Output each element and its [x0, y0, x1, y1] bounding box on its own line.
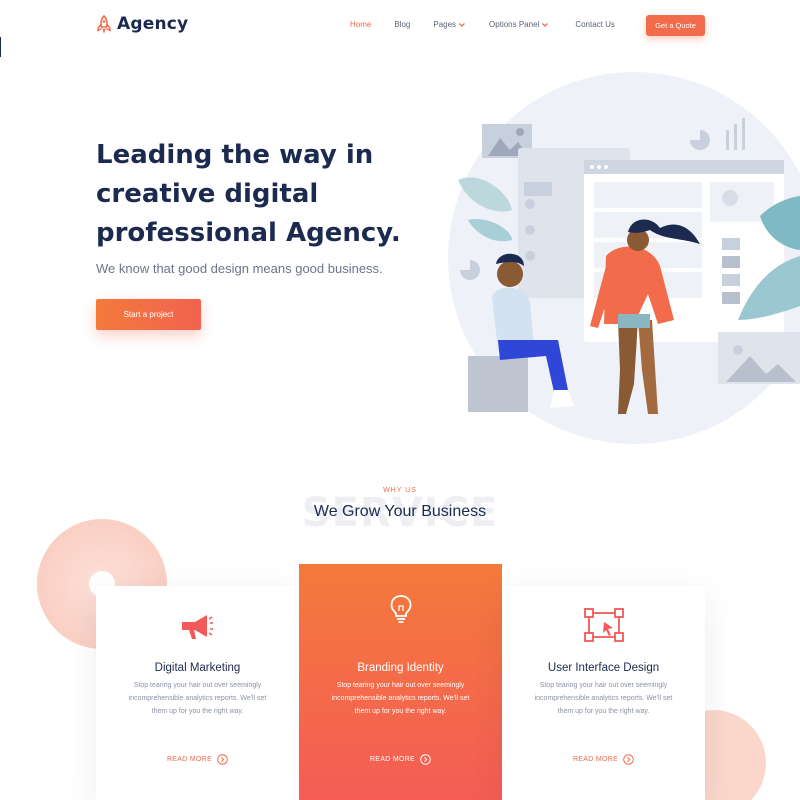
section-title: We Grow Your Business — [313, 503, 487, 520]
nav-item-home[interactable]: Home — [350, 20, 371, 29]
nav-item-blog[interactable]: Blog — [394, 20, 410, 29]
nav-item-contact-us[interactable]: Contact Us — [575, 20, 615, 29]
nav-item-label: Options Panel — [489, 20, 540, 29]
arrow-right-circle-icon — [420, 754, 431, 765]
card-description: Stop tearing your hair out over seemingl… — [128, 682, 267, 715]
service-card-digital-marketing: Digital Marketing Stop tearing your hair… — [96, 586, 299, 800]
read-more-link[interactable]: READ MORE — [299, 754, 502, 765]
card-icon-wrap — [299, 594, 502, 624]
rocket-icon — [97, 15, 111, 33]
card-description: Stop tearing your hair out over seemingl… — [331, 682, 470, 715]
hero-illustration — [448, 72, 800, 444]
brand-logo[interactable]: Agency — [96, 14, 188, 34]
card-description: Stop tearing your hair out over seemingl… — [534, 682, 673, 715]
hero-subtitle: We know that good design means good busi… — [96, 261, 383, 276]
service-card-branding-identity: Branding Identity Stop tearing your hair… — [299, 564, 502, 800]
card-icon-wrap — [96, 612, 299, 642]
chevron-down-icon — [459, 22, 466, 27]
arrow-right-circle-icon — [623, 754, 634, 765]
card-title: Branding Identity — [357, 662, 444, 674]
hero-title-line: professional Agency. — [96, 218, 401, 248]
hero-title-line: Leading the way in — [96, 140, 374, 170]
read-more-link[interactable]: READ MORE — [96, 754, 299, 765]
nav-item-label: Pages — [433, 20, 457, 29]
hero-title: Leading the way in creative digital prof… — [96, 136, 426, 253]
megaphone-icon — [181, 615, 213, 639]
read-more-link[interactable]: READ MORE — [502, 754, 705, 765]
read-more-label: READ MORE — [369, 756, 416, 763]
card-title: Digital Marketing — [154, 662, 241, 674]
read-more-label: READ MORE — [166, 756, 213, 763]
vector-selection-icon — [583, 608, 624, 642]
navbar: Agency Home Blog Pages Options Panel Con… — [0, 0, 800, 50]
chevron-down-icon — [542, 22, 549, 27]
nav-item-options-panel[interactable]: Options Panel — [489, 20, 549, 29]
main-menu: Home Blog Pages Options Panel Contact Us — [350, 20, 615, 29]
edge-marker — [0, 37, 1, 57]
nav-item-label: Blog — [394, 20, 411, 29]
arrow-right-circle-icon — [217, 754, 228, 765]
lightbulb-icon — [390, 595, 411, 623]
nav-item-label: Contact Us — [575, 20, 615, 29]
service-card-user-interface-design: User Interface Design Stop tearing your … — [502, 586, 705, 800]
start-project-button[interactable]: Start a project — [96, 299, 201, 330]
nav-item-pages[interactable]: Pages — [433, 20, 466, 29]
nav-item-label: Home — [350, 20, 372, 29]
read-more-label: READ MORE — [572, 756, 619, 763]
card-icon-wrap — [502, 608, 705, 642]
hero-title-line: creative digital — [96, 179, 319, 209]
get-a-quote-button[interactable]: Get a Quote — [646, 15, 705, 36]
brand-name: Agency — [117, 14, 189, 34]
card-title: User Interface Design — [547, 662, 660, 674]
